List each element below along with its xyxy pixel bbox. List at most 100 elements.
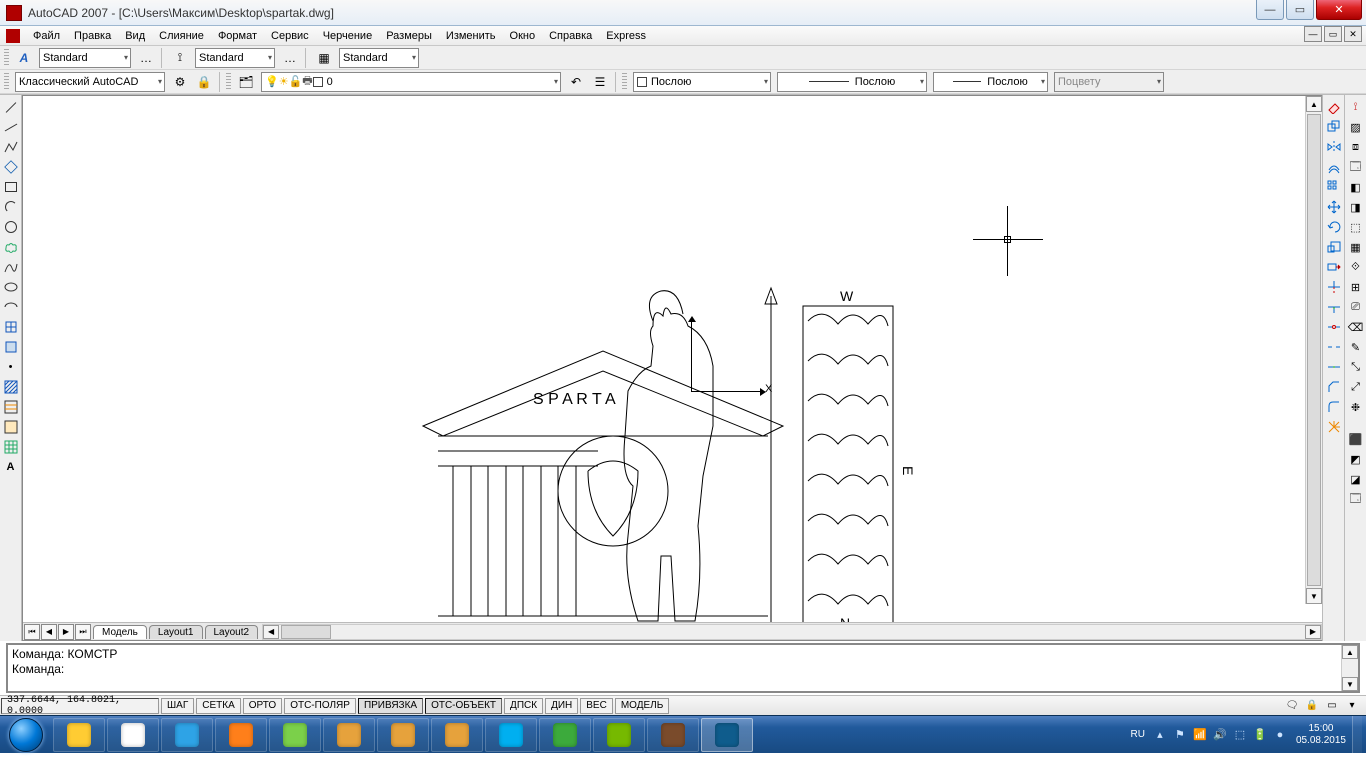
status-toggle-отс-объект[interactable]: ОТС-ОБЪЕКТ xyxy=(425,698,502,714)
area-tool[interactable]: ▨ xyxy=(1347,118,1365,136)
explode-tool[interactable] xyxy=(1325,418,1343,436)
textstyle-manager-icon[interactable]: … xyxy=(135,48,157,68)
et15-tool[interactable]: ◩ xyxy=(1347,450,1365,468)
join-tool[interactable] xyxy=(1325,358,1343,376)
tray-icon-2[interactable]: 🔋 xyxy=(1252,727,1268,743)
layer-combo[interactable]: 💡 ☀ 🔓 🖶 0 ▾ xyxy=(261,72,561,92)
model-canvas[interactable]: X S P A R T A xyxy=(23,96,1322,622)
toolbar-grip[interactable] xyxy=(4,49,9,67)
mdi-restore[interactable]: ▭ xyxy=(1324,26,1342,42)
et4-tool[interactable]: ▦ xyxy=(1347,238,1365,256)
ray-tool[interactable] xyxy=(2,118,20,136)
tray-icon-3[interactable]: ● xyxy=(1272,727,1288,743)
break-tool[interactable] xyxy=(1325,338,1343,356)
menu-draw[interactable]: Черчение xyxy=(316,28,380,44)
start-button[interactable] xyxy=(0,717,52,753)
clean-screen-icon[interactable]: ▭ xyxy=(1324,698,1340,714)
taskbar-app-autocad[interactable] xyxy=(701,718,753,752)
taskbar-app-explorer[interactable] xyxy=(53,718,105,752)
mirror-tool[interactable] xyxy=(1325,138,1343,156)
taskbar-app-skype[interactable] xyxy=(485,718,537,752)
taskbar-app-msn[interactable] xyxy=(269,718,321,752)
break-at-point-tool[interactable] xyxy=(1325,318,1343,336)
menu-help[interactable]: Справка xyxy=(542,28,599,44)
et10-tool[interactable]: ⤡ xyxy=(1347,358,1365,376)
taskbar-app-folder3[interactable] xyxy=(431,718,483,752)
status-toggle-орто[interactable]: ОРТО xyxy=(243,698,282,714)
cmd-scroll-down[interactable]: ▼ xyxy=(1342,677,1358,691)
copy-tool[interactable] xyxy=(1325,118,1343,136)
rotate-tool[interactable] xyxy=(1325,218,1343,236)
menu-view[interactable]: Вид xyxy=(118,28,152,44)
mtext-tool[interactable]: A xyxy=(2,458,20,476)
status-menu-icon[interactable]: ▾ xyxy=(1344,698,1360,714)
et3-tool[interactable]: ⬚ xyxy=(1347,218,1365,236)
color-combo[interactable]: Послою▾ xyxy=(633,72,771,92)
calc-tool[interactable]: 🗔 xyxy=(1347,158,1365,176)
dimstyle-combo[interactable]: Standard▾ xyxy=(195,48,275,68)
taskbar-app-folder2[interactable] xyxy=(377,718,429,752)
move-tool[interactable] xyxy=(1325,198,1343,216)
et14-tool[interactable]: ⬛ xyxy=(1347,430,1365,448)
menu-window[interactable]: Окно xyxy=(503,28,543,44)
coordinates-readout[interactable]: 337.6644, 164.8021, 0.0000 xyxy=(1,698,159,714)
command-scrollbar[interactable]: ▲ ▼ xyxy=(1341,645,1358,691)
workspace-combo[interactable]: Классический AutoCAD▾ xyxy=(15,72,165,92)
linetype-combo[interactable]: Послою▾ xyxy=(777,72,927,92)
status-toggle-вес[interactable]: ВЕС xyxy=(580,698,613,714)
tray-icon-1[interactable]: ⬚ xyxy=(1232,727,1248,743)
workspace-settings-icon[interactable]: ⚙ xyxy=(169,72,191,92)
dist-tool[interactable]: ⟟ xyxy=(1347,98,1365,116)
mdi-minimize[interactable]: — xyxy=(1304,26,1322,42)
et13-tool[interactable] xyxy=(1347,418,1365,428)
taskbar-app-winrar[interactable] xyxy=(647,718,699,752)
menu-edit[interactable]: Правка xyxy=(67,28,118,44)
polygon-tool[interactable] xyxy=(2,158,20,176)
status-toggle-отс-поляр[interactable]: ОТС-ПОЛЯР xyxy=(284,698,356,714)
toolbar-grip[interactable] xyxy=(226,73,231,91)
comm-center-icon[interactable]: 🗨 xyxy=(1284,698,1300,714)
dimstyle-manager-icon[interactable]: … xyxy=(279,48,301,68)
layer-manager-icon[interactable]: 🗂 xyxy=(235,72,257,92)
make-block-tool[interactable] xyxy=(2,338,20,356)
line-tool[interactable] xyxy=(2,98,20,116)
tab-model[interactable]: Модель xyxy=(93,625,147,639)
tray-chevron-icon[interactable]: ▴ xyxy=(1152,727,1168,743)
action-center-icon[interactable]: ⚑ xyxy=(1172,727,1188,743)
region-tool[interactable] xyxy=(2,418,20,436)
revcloud-tool[interactable] xyxy=(2,238,20,256)
hatch-tool[interactable] xyxy=(2,378,20,396)
et17-tool[interactable]: 🗔 xyxy=(1347,490,1365,508)
status-toggle-модель[interactable]: МОДЕЛЬ xyxy=(615,698,669,714)
menu-dimension[interactable]: Размеры xyxy=(379,28,439,44)
taskbar-app-nvidia[interactable] xyxy=(593,718,645,752)
cmd-scroll-up[interactable]: ▲ xyxy=(1342,645,1358,659)
dimstyle-icon[interactable]: ⟟ xyxy=(169,48,191,68)
et5-tool[interactable]: ⟐ xyxy=(1347,258,1365,276)
scale-tool[interactable] xyxy=(1325,238,1343,256)
tablestyle-icon[interactable]: ▦ xyxy=(313,48,335,68)
show-desktop-button[interactable] xyxy=(1352,716,1362,754)
table-tool[interactable] xyxy=(2,438,20,456)
et7-tool[interactable]: ⎚ xyxy=(1347,298,1365,316)
tab-last-button[interactable]: ⏭ xyxy=(75,624,91,640)
network-icon[interactable]: 📶 xyxy=(1192,727,1208,743)
textstyle-combo[interactable]: Standard▾ xyxy=(39,48,131,68)
taskbar-app-ie[interactable] xyxy=(161,718,213,752)
workspace-lock-icon[interactable]: 🔒 xyxy=(193,72,215,92)
mdi-close[interactable]: ✕ xyxy=(1344,26,1362,42)
layer-states-icon[interactable]: ☰ xyxy=(589,72,611,92)
command-window[interactable]: Команда: КОМСТР Команда: ▲ ▼ xyxy=(6,643,1360,693)
ellipse-arc-tool[interactable] xyxy=(2,298,20,316)
arc-tool[interactable] xyxy=(2,198,20,216)
scroll-up-button[interactable]: ▲ xyxy=(1306,96,1322,112)
gradient-tool[interactable] xyxy=(2,398,20,416)
insert-block-tool[interactable] xyxy=(2,318,20,336)
trim-tool[interactable] xyxy=(1325,278,1343,296)
extend-tool[interactable] xyxy=(1325,298,1343,316)
maximize-button[interactable]: ▭ xyxy=(1286,0,1314,20)
hscroll-thumb[interactable] xyxy=(281,625,331,639)
volume-icon[interactable]: 🔊 xyxy=(1212,727,1228,743)
et16-tool[interactable]: ◪ xyxy=(1347,470,1365,488)
lineweight-combo[interactable]: Послою▾ xyxy=(933,72,1048,92)
